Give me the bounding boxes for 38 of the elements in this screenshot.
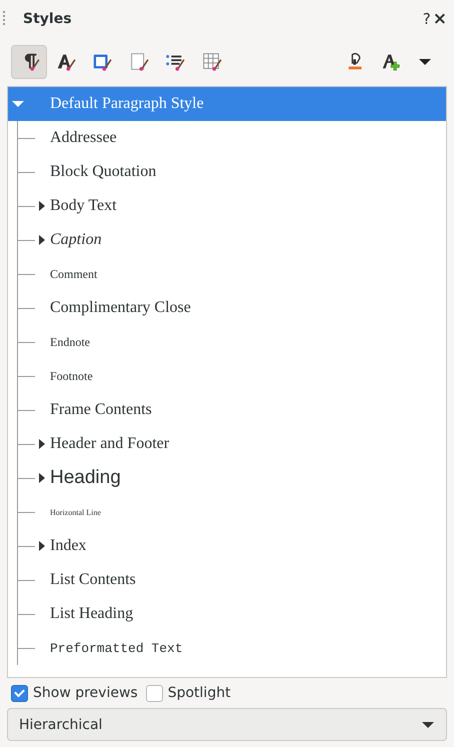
style-name: Horizontal Line <box>50 508 101 516</box>
table-style-icon <box>200 51 223 73</box>
style-family-button[interactable] <box>11 45 47 79</box>
view-dropdown[interactable]: Hierarchical <box>7 708 447 741</box>
checkbox-label: Show previews <box>33 685 138 701</box>
style-name: List Heading <box>50 605 134 623</box>
style-name: Index <box>50 537 86 555</box>
style-name: Heading <box>50 467 121 489</box>
help-button[interactable]: ? <box>422 11 432 27</box>
style-name: Caption <box>50 231 102 249</box>
style-name: Header and Footer <box>50 435 170 453</box>
style-name: Footnote <box>50 368 93 384</box>
style-name: Comment <box>50 266 98 282</box>
style-name: Endnote <box>50 334 90 350</box>
style-name: List Contents <box>50 571 136 589</box>
style-name: Complimentary Close <box>50 299 191 317</box>
collapse-arrow-icon[interactable] <box>12 101 24 107</box>
expand-arrow-icon[interactable] <box>38 473 44 483</box>
expand-arrow-icon[interactable] <box>38 439 44 449</box>
expand-arrow-icon[interactable] <box>38 235 44 245</box>
dropdown-icon <box>419 59 432 65</box>
dropdown-arrow-icon <box>422 720 434 728</box>
selected-row[interactable]: Default Paragraph Style <box>8 87 446 121</box>
style-name: Addressee <box>50 129 117 147</box>
panel-title: Styles <box>23 11 72 27</box>
drag-handle[interactable] <box>3 11 5 27</box>
style-name: Block Quotation <box>50 163 156 181</box>
expand-arrow-icon[interactable] <box>38 201 44 211</box>
style-tree[interactable] <box>7 86 447 678</box>
checkbox-label: Spotlight <box>168 685 231 701</box>
style-name: Frame Contents <box>50 401 152 419</box>
expand-arrow-icon[interactable] <box>38 541 44 551</box>
style-name: Body Text <box>50 197 117 215</box>
style-name: Preformatted Text <box>50 640 183 656</box>
checkbox[interactable] <box>146 684 163 702</box>
style-name: Default Paragraph Style <box>50 95 204 113</box>
close-button[interactable]: × <box>432 11 448 27</box>
checkbox[interactable] <box>11 684 28 702</box>
